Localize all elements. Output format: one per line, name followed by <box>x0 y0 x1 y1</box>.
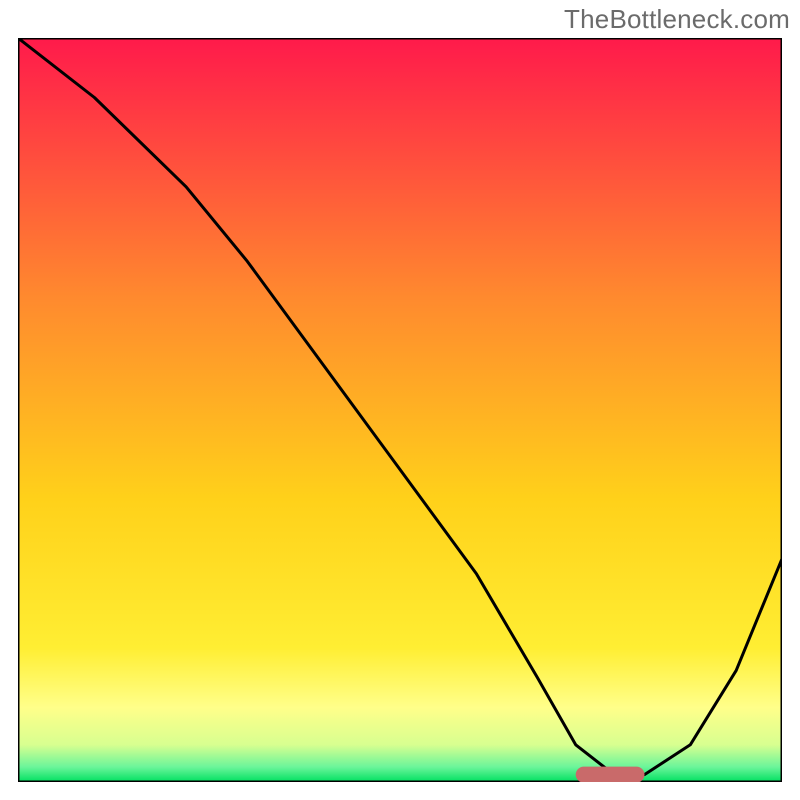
watermark-text: TheBottleneck.com <box>564 4 790 35</box>
chart-svg <box>18 38 782 782</box>
optimal-range-marker <box>576 767 645 782</box>
chart-stage: TheBottleneck.com <box>0 0 800 800</box>
plot-area <box>18 38 782 782</box>
gradient-background <box>18 38 782 782</box>
